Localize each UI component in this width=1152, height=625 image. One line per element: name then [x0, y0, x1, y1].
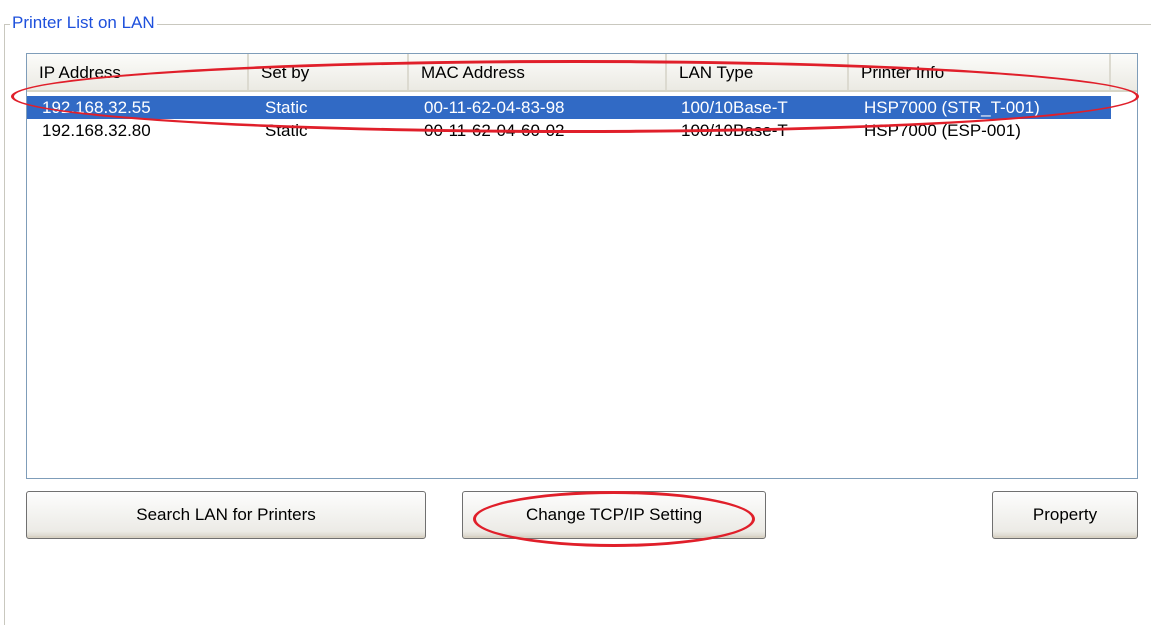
column-header-ip-address[interactable]: IP Address: [27, 54, 249, 90]
cell-printer-info: HSP7000 (ESP-001): [864, 121, 1021, 140]
column-header-printer-info[interactable]: Printer Info: [849, 54, 1111, 90]
list-header: IP Address Set by MAC Address LAN Type P…: [27, 54, 1137, 92]
cell-ip: 192.168.32.80: [42, 121, 151, 140]
column-header-mac-address[interactable]: MAC Address: [409, 54, 667, 90]
property-button[interactable]: Property: [992, 491, 1138, 539]
search-lan-button[interactable]: Search LAN for Printers: [26, 491, 426, 539]
column-header-set-by[interactable]: Set by: [249, 54, 409, 90]
cell-lan-type: 100/10Base-T: [681, 98, 788, 117]
cell-printer-info: HSP7000 (STR_T-001): [864, 98, 1040, 117]
change-tcpip-button[interactable]: Change TCP/IP Setting: [462, 491, 766, 539]
cell-mac: 00-11-62-04-60-02: [424, 121, 565, 140]
group-title: Printer List on LAN: [10, 13, 157, 33]
printer-row[interactable]: 192.168.32.80 Static 00-11-62-04-60-02 1…: [27, 119, 1111, 142]
printer-row[interactable]: 192.168.32.55 Static 00-11-62-04-83-98 1…: [27, 96, 1111, 119]
cell-lan-type: 100/10Base-T: [681, 121, 788, 140]
cell-set-by: Static: [265, 98, 308, 117]
cell-mac: 00-11-62-04-83-98: [424, 98, 565, 117]
cell-set-by: Static: [265, 121, 308, 140]
printer-list-view[interactable]: IP Address Set by MAC Address LAN Type P…: [26, 53, 1138, 479]
cell-ip: 192.168.32.55: [42, 98, 151, 117]
column-header-lan-type[interactable]: LAN Type: [667, 54, 849, 90]
